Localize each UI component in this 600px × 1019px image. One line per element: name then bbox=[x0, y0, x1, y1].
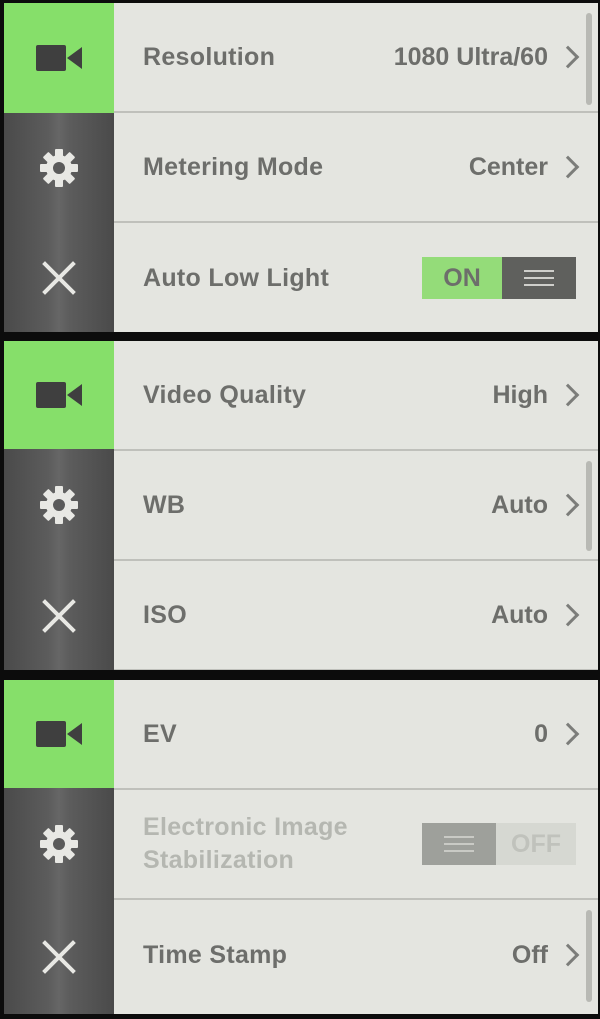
setting-label: Video Quality bbox=[143, 380, 307, 409]
video-mode-button[interactable] bbox=[4, 3, 114, 113]
setting-value: Auto bbox=[491, 600, 548, 629]
settings-list: EV 0 Electronic Image Stabilization OFF … bbox=[114, 680, 598, 1014]
scrollbar[interactable] bbox=[586, 461, 592, 551]
setting-row-metering-mode[interactable]: Metering Mode Center bbox=[114, 113, 598, 223]
setting-row-video-quality[interactable]: Video Quality High bbox=[114, 341, 598, 451]
toggle-knob bbox=[502, 257, 576, 299]
setting-label: EV bbox=[143, 719, 177, 748]
close-button[interactable] bbox=[4, 561, 114, 670]
setting-label: Electronic Image Stabilization bbox=[143, 811, 348, 877]
video-mode-button[interactable] bbox=[4, 680, 114, 788]
sidebar bbox=[4, 3, 114, 332]
auto-low-light-toggle[interactable]: ON bbox=[422, 257, 576, 299]
chevron-right-icon bbox=[556, 45, 580, 69]
video-camera-icon bbox=[36, 382, 82, 408]
video-mode-button[interactable] bbox=[4, 341, 114, 449]
close-button[interactable] bbox=[4, 900, 114, 1014]
chevron-right-icon bbox=[556, 943, 580, 967]
setting-label: WB bbox=[143, 490, 186, 519]
close-icon bbox=[42, 940, 76, 974]
close-button[interactable] bbox=[4, 223, 114, 332]
gear-icon bbox=[40, 149, 78, 187]
setting-label: Resolution bbox=[143, 42, 276, 71]
setting-label: Time Stamp bbox=[143, 940, 288, 969]
setting-row-auto-low-light: Auto Low Light ON bbox=[114, 223, 598, 332]
setting-value: Center bbox=[468, 152, 548, 181]
setting-row-time-stamp[interactable]: Time Stamp Off bbox=[114, 900, 598, 1010]
close-icon bbox=[42, 261, 76, 295]
close-icon bbox=[42, 599, 76, 633]
setting-label-line-2: Stabilization bbox=[143, 846, 295, 874]
toggle-state-label: OFF bbox=[496, 823, 576, 865]
setting-label: Metering Mode bbox=[143, 152, 324, 181]
settings-button[interactable] bbox=[4, 449, 114, 561]
gear-icon bbox=[40, 825, 78, 863]
sidebar bbox=[4, 680, 114, 1014]
setting-value: 0 bbox=[534, 719, 548, 748]
chevron-right-icon bbox=[556, 383, 580, 407]
settings-screen-1: Resolution 1080 Ultra/60 Metering Mode C… bbox=[4, 3, 598, 332]
settings-button[interactable] bbox=[4, 788, 114, 900]
scrollbar[interactable] bbox=[586, 13, 592, 105]
settings-screen-2: Video Quality High WB Auto ISO Auto bbox=[4, 341, 598, 670]
sidebar bbox=[4, 341, 114, 670]
chevron-right-icon bbox=[556, 603, 580, 627]
setting-label: ISO bbox=[143, 600, 187, 629]
chevron-right-icon bbox=[556, 493, 580, 517]
setting-value: Auto bbox=[491, 490, 548, 519]
eis-toggle[interactable]: OFF bbox=[422, 823, 576, 865]
scrollbar[interactable] bbox=[586, 910, 592, 1002]
setting-row-electronic-image-stabilization: Electronic Image Stabilization OFF bbox=[114, 790, 598, 900]
video-camera-icon bbox=[36, 45, 82, 71]
setting-row-iso[interactable]: ISO Auto bbox=[114, 561, 598, 670]
chevron-right-icon bbox=[556, 155, 580, 179]
toggle-state-label: ON bbox=[422, 257, 502, 299]
setting-value: 1080 Ultra/60 bbox=[393, 42, 548, 71]
setting-value: High bbox=[492, 380, 548, 409]
setting-row-ev[interactable]: EV 0 bbox=[114, 680, 598, 790]
setting-label-line-1: Electronic Image bbox=[143, 813, 348, 841]
settings-list: Resolution 1080 Ultra/60 Metering Mode C… bbox=[114, 3, 598, 332]
toggle-knob bbox=[422, 823, 496, 865]
settings-screen-3: EV 0 Electronic Image Stabilization OFF … bbox=[4, 680, 598, 1014]
settings-button[interactable] bbox=[4, 113, 114, 223]
settings-list: Video Quality High WB Auto ISO Auto bbox=[114, 341, 598, 670]
chevron-right-icon bbox=[556, 722, 580, 746]
setting-value: Off bbox=[511, 940, 548, 969]
setting-label: Auto Low Light bbox=[143, 263, 330, 292]
video-camera-icon bbox=[36, 721, 82, 747]
setting-row-wb[interactable]: WB Auto bbox=[114, 451, 598, 561]
setting-row-resolution[interactable]: Resolution 1080 Ultra/60 bbox=[114, 3, 598, 113]
gear-icon bbox=[40, 486, 78, 524]
